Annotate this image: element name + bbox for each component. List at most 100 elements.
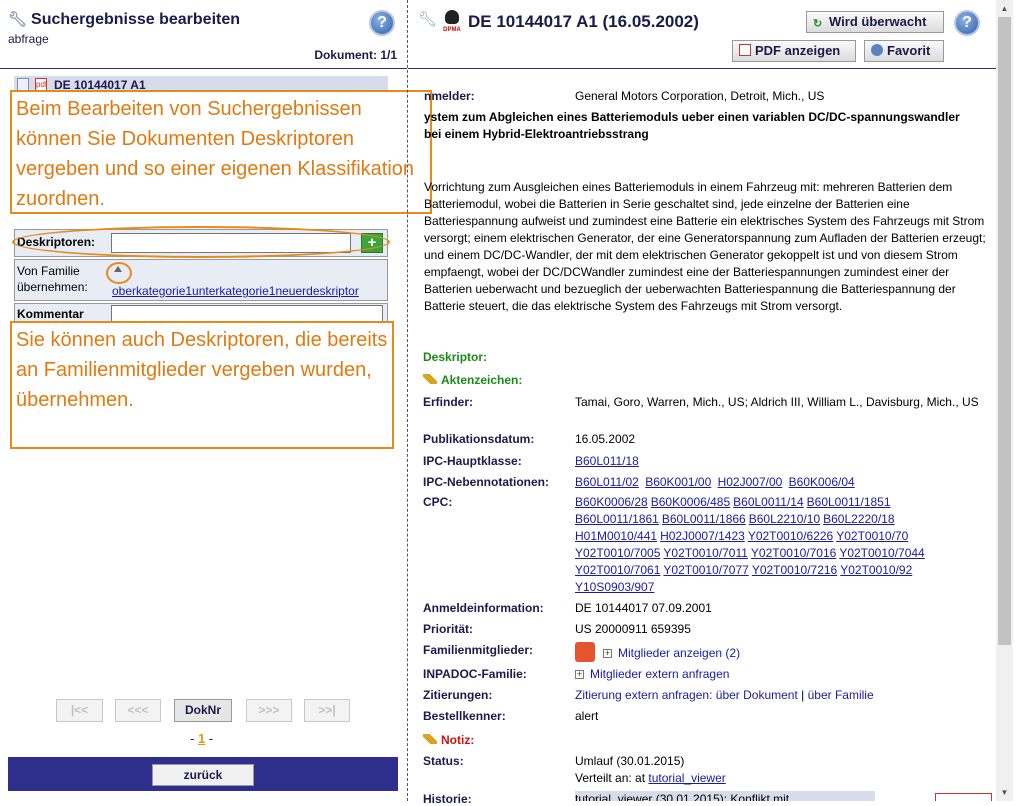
anmeldeinfo-label: Anmeldeinformation:: [423, 601, 544, 615]
cpc-link[interactable]: Y02T0010/92: [840, 563, 912, 577]
cpc-link[interactable]: Y02T0010/7077: [663, 563, 748, 577]
cpc-link[interactable]: Y02T0010/7044: [839, 546, 924, 560]
cpc-link[interactable]: Y02T0010/7216: [752, 563, 837, 577]
scroll-up-arrow-icon[interactable]: ▲: [996, 0, 1013, 17]
scroll-thumb[interactable]: [998, 17, 1011, 645]
verteilt-prefix: Verteilt an: at: [575, 771, 646, 785]
kommentar-input[interactable]: [111, 305, 383, 322]
deskriptor-label: Deskriptor:: [423, 350, 488, 364]
vertical-scrollbar[interactable]: ▲ ▼: [996, 0, 1013, 801]
watch-icon: ↻: [813, 18, 823, 30]
ipc-neben-link[interactable]: B60K001/00: [645, 475, 711, 489]
familien-value: + Mitglieder anzeigen (2): [575, 642, 740, 662]
prev-page-button[interactable]: <<<: [115, 699, 161, 722]
cpc-link[interactable]: B60L0011/1866: [662, 512, 746, 526]
erfinder-value: Tamai, Goro, Warren, Mich., US; Aldrich …: [575, 395, 979, 409]
bestell-value: alert: [575, 709, 599, 723]
watch-button[interactable]: ↻ Wird überwacht: [806, 11, 944, 33]
historie-box: [935, 793, 992, 801]
cpc-link[interactable]: B60L2220/18: [823, 512, 894, 526]
first-page-button[interactable]: |<<: [56, 699, 103, 722]
cpc-link[interactable]: Y02T0010/6226: [748, 529, 833, 543]
prioritaet-value: US 20000911 659395: [575, 622, 691, 636]
kommentar-label: Kommentar: [17, 307, 84, 321]
document-title: DE 10144017 A1 (16.05.2002): [468, 12, 699, 31]
cpc-link[interactable]: Y02T0010/7016: [751, 546, 836, 560]
document-heading: ystem zum Abgleichen eines Batteriemodul…: [424, 110, 960, 141]
kommentar-row: Kommentar: [14, 303, 388, 323]
highlight-ring: [106, 262, 132, 284]
page-title: 🔧︎ Suchergebnisse bearbeiten: [8, 10, 240, 29]
cpc-label: CPC:: [423, 495, 453, 509]
expand-icon[interactable]: +: [575, 670, 584, 679]
tutorial-callout-2: Sie können auch Deskriptoren, die bereit…: [10, 321, 394, 449]
watch-button-label: Wird überwacht: [829, 14, 927, 29]
cpc-link[interactable]: H01M0010/441: [575, 529, 657, 543]
document-counter: Dokument: 1/1: [314, 48, 397, 62]
wrench-icon[interactable]: 🔧︎: [418, 10, 437, 28]
aktenzeichen-label: Aktenzeichen:: [423, 373, 522, 387]
pdf-icon: [739, 44, 751, 56]
cpc-link[interactable]: B60K0006/28: [575, 495, 648, 509]
cpc-link[interactable]: Y02T0010/70: [836, 529, 908, 543]
pdf-button[interactable]: PDF anzeigen: [732, 40, 856, 62]
cpc-link[interactable]: Y02T0010/7061: [575, 563, 660, 577]
last-page-button[interactable]: >>|: [304, 699, 350, 722]
zitierungen-prefix: Zitierung extern anfragen:: [575, 688, 713, 702]
bestell-label: Bestellkenner:: [423, 709, 506, 723]
erfinder-label: Erfinder:: [423, 395, 474, 409]
expand-icon[interactable]: +: [603, 649, 612, 658]
zitierungen-value: Zitierung extern anfragen: über Dokument…: [575, 687, 874, 704]
family-descriptor-link[interactable]: oberkategorie1unterkategorie1neuerdeskri…: [112, 284, 359, 298]
page-indicator: - 1 -: [190, 731, 213, 746]
ipc-neben-link[interactable]: H02J007/00: [718, 475, 783, 489]
next-page-button[interactable]: >>>: [246, 699, 292, 722]
notiz-label: Notiz:: [423, 733, 474, 747]
ipc-haupt-link[interactable]: B60L011/18: [575, 454, 639, 468]
favorite-button-label: Favorit: [887, 43, 931, 58]
page-prefix: -: [190, 731, 198, 746]
page-suffix: -: [205, 731, 214, 746]
divider: [0, 68, 407, 69]
scroll-down-arrow-icon[interactable]: ▼: [996, 784, 1013, 801]
status-value: Umlauf (30.01.2015): [575, 754, 685, 768]
cpc-link[interactable]: Y02T0010/7011: [663, 546, 748, 560]
cpc-link[interactable]: Y10S0903/907: [575, 580, 654, 594]
cpc-link[interactable]: B60L0011/1851: [807, 495, 891, 509]
family-map-icon[interactable]: [575, 642, 595, 662]
cpc-link[interactable]: B60K0006/485: [651, 495, 730, 509]
zitierungen-label: Zitierungen:: [423, 688, 493, 702]
cpc-link[interactable]: B60L0011/1861: [575, 512, 659, 526]
back-button[interactable]: zurück: [152, 764, 254, 786]
citation-by-family-link[interactable]: über Familie: [808, 688, 874, 702]
inpadoc-link[interactable]: Mitglieder extern anfragen: [590, 667, 729, 681]
inpadoc-label: INPADOC-Familie:: [423, 667, 527, 681]
help-icon[interactable]: ?: [954, 10, 980, 36]
anmeldeinfo-value: DE 10144017 07.09.2001: [575, 601, 712, 615]
pubdate-label: Publikationsdatum:: [423, 432, 535, 446]
family-members-link[interactable]: Mitglieder anzeigen (2): [618, 646, 740, 660]
pencil-icon[interactable]: [423, 374, 437, 384]
help-icon[interactable]: ?: [369, 10, 395, 36]
highlight-ring: [12, 226, 390, 258]
ipc-neben-link[interactable]: B60L011/02: [575, 475, 639, 489]
von-familie-label: Von Familie übernehmen:: [17, 264, 88, 294]
anmelder-value: General Motors Corporation, Detroit, Mic…: [575, 89, 825, 103]
doknr-button[interactable]: DokNr: [174, 699, 232, 722]
historie-label: Historie:: [423, 792, 472, 806]
cpc-link[interactable]: B60L0011/14: [733, 495, 804, 509]
favorite-button[interactable]: Favorit: [864, 40, 944, 62]
pubdate-value: 16.05.2002: [575, 432, 636, 446]
query-name: abfrage: [8, 32, 49, 46]
ipc-haupt-label: IPC-Hauptklasse:: [423, 454, 522, 468]
cpc-link[interactable]: H02J0007/1423: [660, 529, 745, 543]
cpc-link[interactable]: B60L2210/10: [749, 512, 820, 526]
citation-by-document-link[interactable]: über Dokument: [716, 688, 798, 702]
pencil-icon[interactable]: [423, 734, 437, 744]
cpc-link[interactable]: Y02T0010/7005: [575, 546, 660, 560]
wrench-icon: 🔧︎: [8, 11, 28, 28]
verteilt-link[interactable]: tutorial_viewer: [648, 771, 725, 785]
ipc-neben-link[interactable]: B60K006/04: [789, 475, 855, 489]
separator: |: [801, 688, 805, 702]
plus-circle-icon: [871, 44, 883, 56]
